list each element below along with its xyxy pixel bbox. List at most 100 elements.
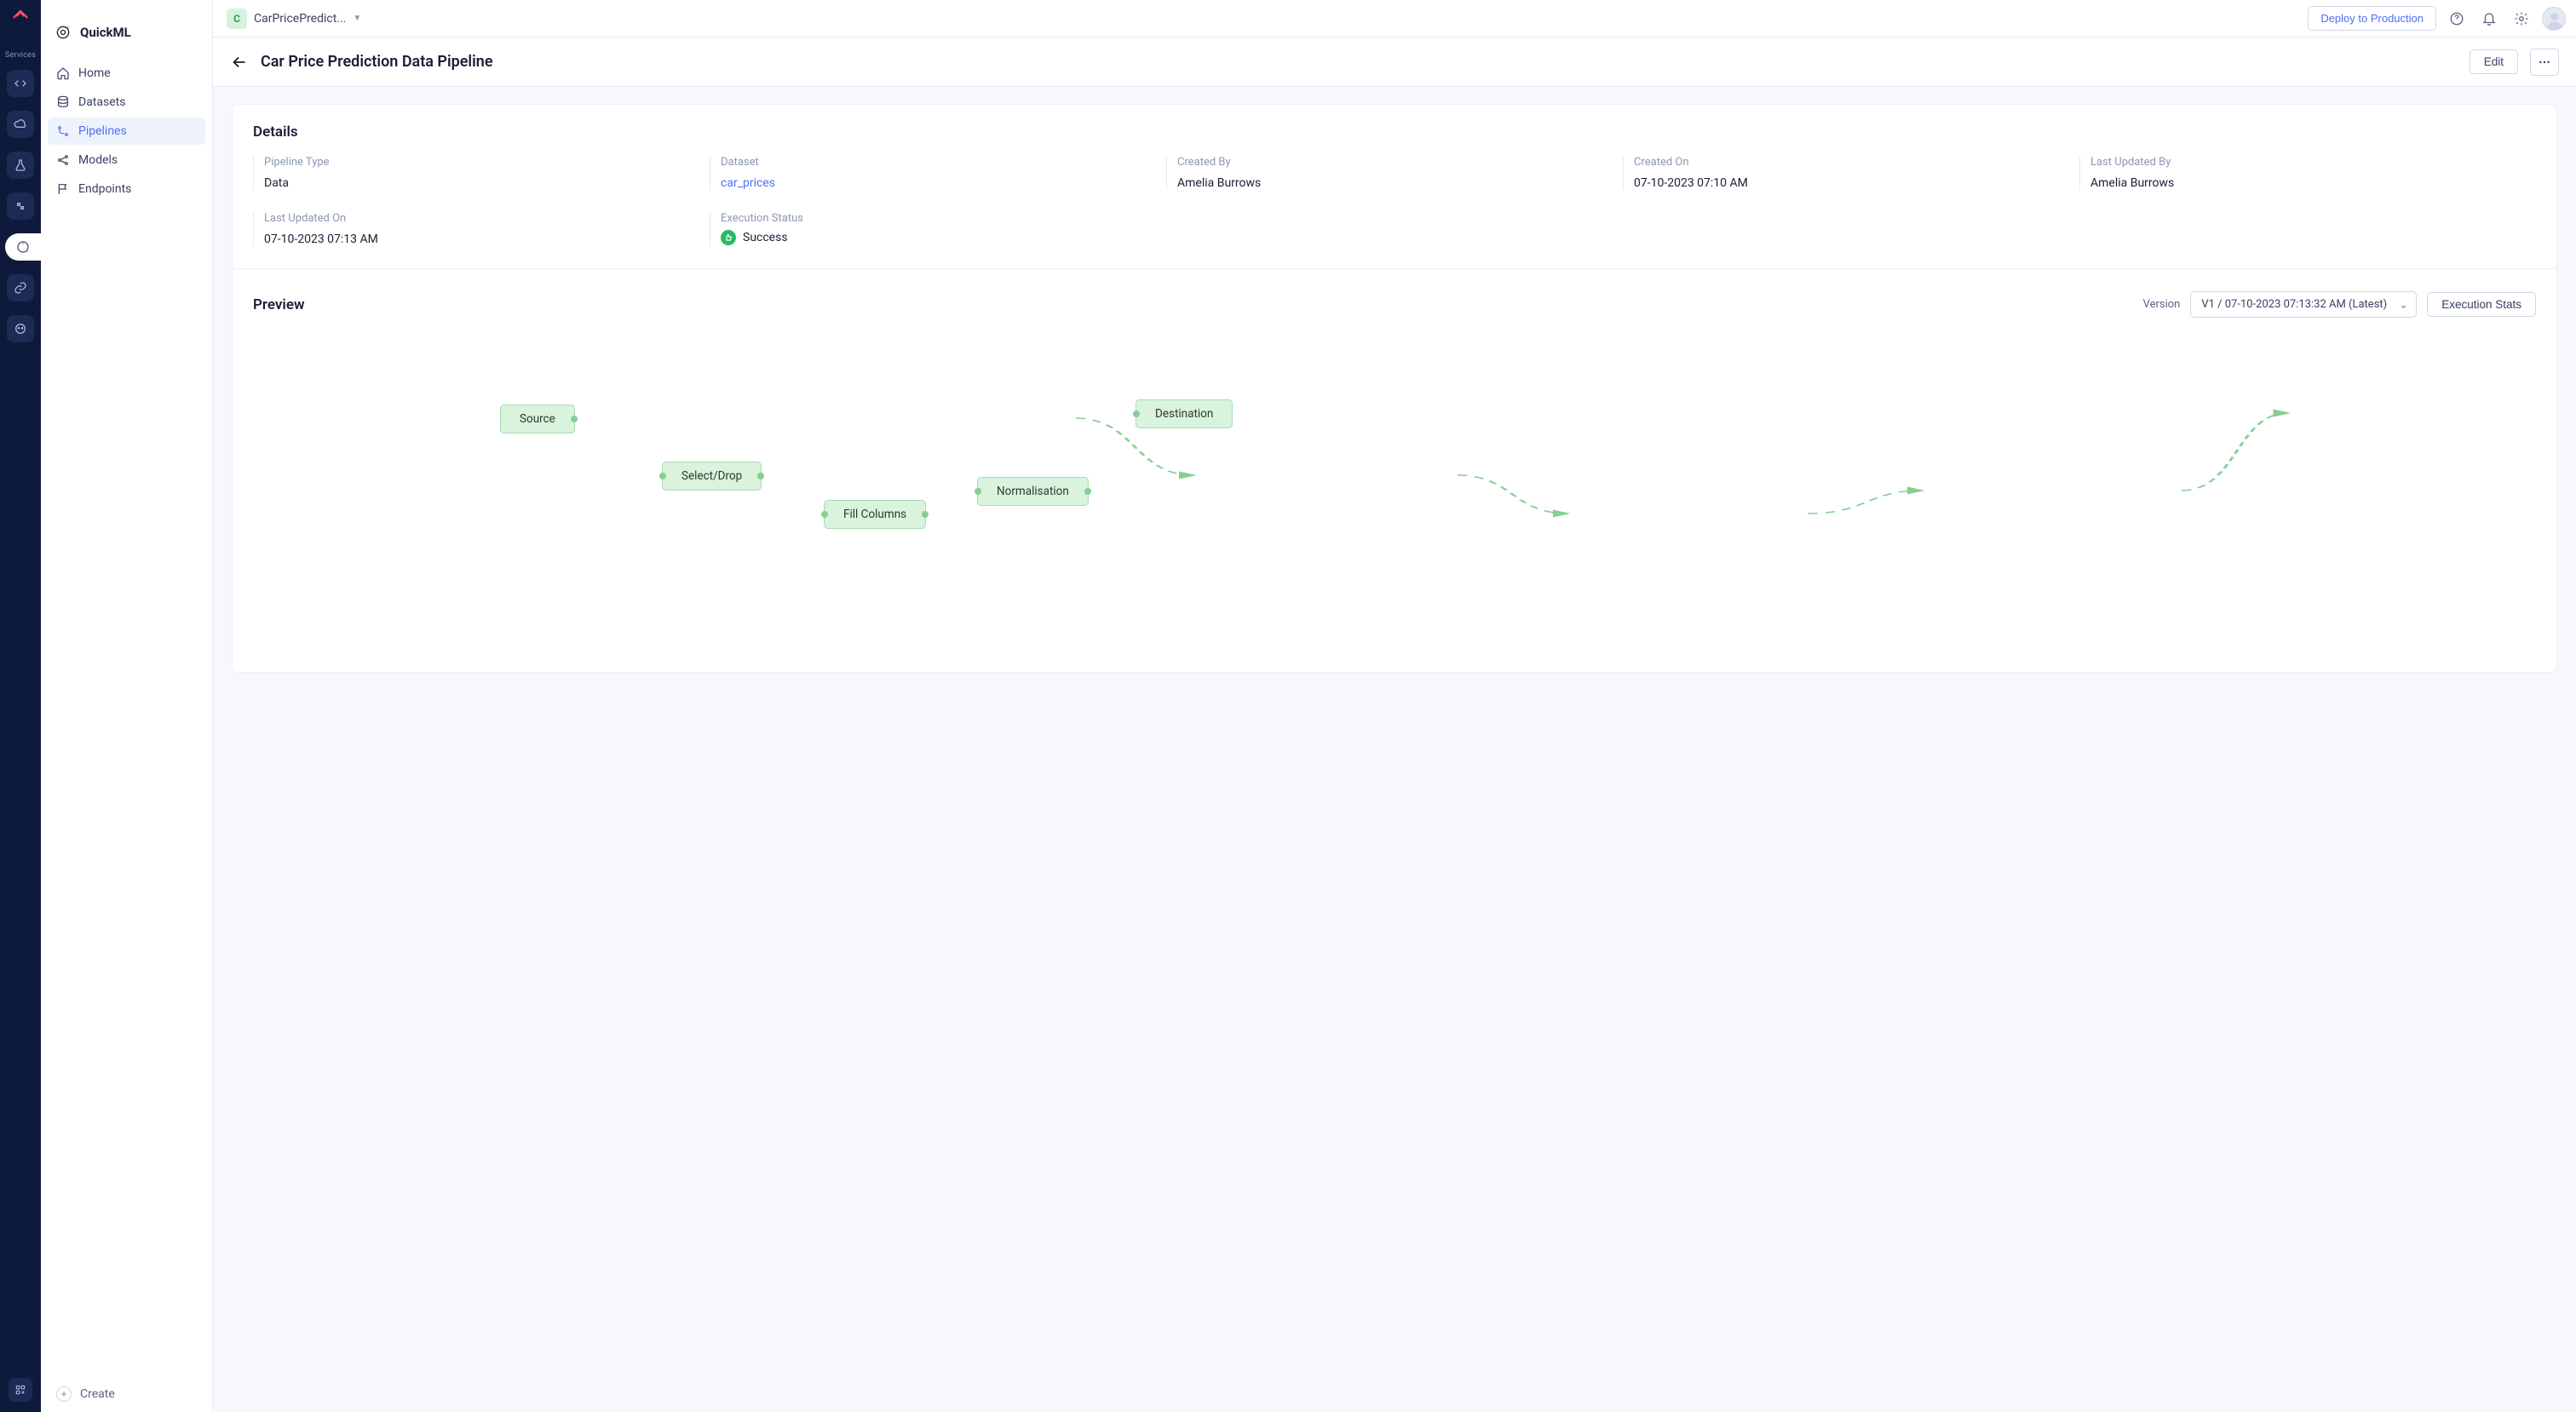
- detail-exec-status: Execution Status Success: [710, 212, 1166, 246]
- topbar: C CarPricePredict... ▼ Deploy to Product…: [213, 0, 2576, 37]
- more-horizontal-icon: [2538, 55, 2551, 69]
- sidebar-item-endpoints[interactable]: Endpoints: [48, 175, 205, 203]
- node-port: [1133, 410, 1140, 417]
- sidebar-brand-label: QuickML: [80, 25, 131, 40]
- node-destination[interactable]: Destination: [1136, 399, 1233, 428]
- detail-label: Created On: [1634, 156, 2079, 169]
- sidebar-item-label: Endpoints: [78, 182, 131, 196]
- sidebar-item-label: Home: [78, 66, 111, 80]
- page-header: Car Price Prediction Data Pipeline Edit: [213, 37, 2576, 87]
- sidebar-item-home[interactable]: Home: [48, 60, 205, 87]
- node-label: Select/Drop: [681, 469, 742, 483]
- detail-value: 07-10-2023 07:13 AM: [264, 232, 378, 246]
- exec-status-value: Success: [743, 231, 788, 244]
- plus-icon: +: [56, 1386, 72, 1402]
- pipeline-icon: [56, 124, 70, 138]
- details-card: Details Pipeline Type Data Dataset car_p…: [232, 104, 2557, 673]
- node-source[interactable]: Source: [500, 405, 575, 433]
- node-port: [571, 416, 578, 422]
- sidebar-create-button[interactable]: + Create: [41, 1375, 212, 1412]
- node-select-drop[interactable]: Select/Drop: [662, 462, 762, 491]
- preview-heading: Preview: [253, 296, 305, 313]
- sidebar-item-datasets[interactable]: Datasets: [48, 89, 205, 116]
- project-selector[interactable]: C CarPricePredict... ▼: [227, 9, 361, 29]
- detail-value: Amelia Burrows: [2090, 176, 2174, 190]
- detail-created-by: Created By Amelia Burrows: [1166, 156, 1623, 190]
- services-label: Services: [5, 51, 36, 60]
- node-port: [821, 511, 828, 518]
- pipeline-canvas: Source Select/Drop Fill Columns Normalis…: [253, 326, 2536, 650]
- detail-value: Data: [264, 176, 289, 190]
- detail-label: Execution Status: [721, 212, 1166, 225]
- node-fill-columns[interactable]: Fill Columns: [824, 500, 926, 529]
- sidebar-create-label: Create: [80, 1387, 115, 1401]
- version-label: Version: [2143, 298, 2181, 311]
- detail-pipeline-type: Pipeline Type Data: [253, 156, 710, 190]
- node-port: [659, 473, 666, 479]
- detail-label: Last Updated By: [2090, 156, 2536, 169]
- detail-updated-on: Last Updated On 07-10-2023 07:13 AM: [253, 212, 710, 246]
- more-menu-button[interactable]: [2530, 49, 2559, 76]
- services-rail: Services: [0, 0, 41, 1412]
- sidebar-item-label: Pipelines: [78, 124, 127, 138]
- node-label: Destination: [1155, 407, 1213, 421]
- rail-item-link[interactable]: [7, 274, 34, 301]
- detail-label: Pipeline Type: [264, 156, 710, 169]
- sidebar-item-pipelines[interactable]: Pipelines: [48, 118, 205, 145]
- chevron-down-icon: ⌄: [2400, 299, 2407, 310]
- app-logo: [11, 9, 30, 31]
- dataset-link[interactable]: car_prices: [721, 176, 775, 190]
- execution-stats-button[interactable]: Execution Stats: [2427, 292, 2536, 317]
- node-label: Source: [520, 412, 555, 426]
- rail-item-quickml[interactable]: [5, 233, 41, 261]
- detail-updated-by: Last Updated By Amelia Burrows: [2079, 156, 2536, 190]
- rail-item-integrations[interactable]: [7, 192, 34, 220]
- main-column: C CarPricePredict... ▼ Deploy to Product…: [213, 0, 2576, 1412]
- divider: [233, 268, 2556, 269]
- settings-button[interactable]: [2510, 7, 2533, 31]
- details-grid: Pipeline Type Data Dataset car_prices Cr…: [253, 156, 2536, 246]
- preview-header: Preview Version V1 / 07-10-2023 07:13:32…: [253, 291, 2536, 318]
- database-icon: [56, 95, 70, 109]
- deploy-button[interactable]: Deploy to Production: [2308, 6, 2436, 31]
- rail-item-flask[interactable]: [7, 152, 34, 179]
- flag-icon: [56, 182, 70, 196]
- rail-apps-button[interactable]: [9, 1378, 32, 1402]
- version-select-value: V1 / 07-10-2023 07:13:32 AM (Latest): [2201, 298, 2387, 311]
- sidebar-item-label: Models: [78, 153, 118, 167]
- node-label: Fill Columns: [843, 508, 906, 521]
- edit-button[interactable]: Edit: [2470, 49, 2518, 74]
- sidebar-item-label: Datasets: [78, 95, 125, 109]
- node-normalisation[interactable]: Normalisation: [977, 477, 1089, 506]
- help-icon: [2449, 11, 2464, 26]
- rail-item-code[interactable]: [7, 70, 34, 97]
- project-avatar: C: [227, 9, 247, 29]
- notifications-button[interactable]: [2477, 7, 2501, 31]
- detail-value: Amelia Burrows: [1177, 176, 1261, 190]
- pipeline-edges: [253, 326, 2536, 650]
- version-select[interactable]: V1 / 07-10-2023 07:13:32 AM (Latest) ⌄: [2190, 291, 2417, 318]
- node-port: [922, 511, 929, 518]
- thumbs-up-icon: [721, 230, 736, 245]
- user-avatar[interactable]: [2542, 7, 2566, 31]
- node-port: [757, 473, 764, 479]
- content-area: Details Pipeline Type Data Dataset car_p…: [213, 87, 2576, 1412]
- detail-label: Last Updated On: [264, 212, 710, 225]
- node-port: [1084, 488, 1091, 495]
- node-label: Normalisation: [997, 485, 1069, 498]
- rail-item-cloud[interactable]: [7, 111, 34, 138]
- caret-down-icon: ▼: [353, 14, 361, 23]
- rail-item-bot[interactable]: [7, 315, 34, 342]
- bell-icon: [2481, 11, 2497, 26]
- sidebar-item-models[interactable]: Models: [48, 146, 205, 174]
- help-button[interactable]: [2445, 7, 2469, 31]
- detail-label: Dataset: [721, 156, 1166, 169]
- detail-label: Created By: [1177, 156, 1623, 169]
- detail-dataset: Dataset car_prices: [710, 156, 1166, 190]
- detail-value: 07-10-2023 07:10 AM: [1634, 176, 1748, 190]
- back-button[interactable]: [230, 53, 249, 72]
- page-title: Car Price Prediction Data Pipeline: [261, 53, 493, 71]
- models-icon: [56, 153, 70, 167]
- project-name: CarPricePredict...: [254, 12, 346, 26]
- home-icon: [56, 66, 70, 80]
